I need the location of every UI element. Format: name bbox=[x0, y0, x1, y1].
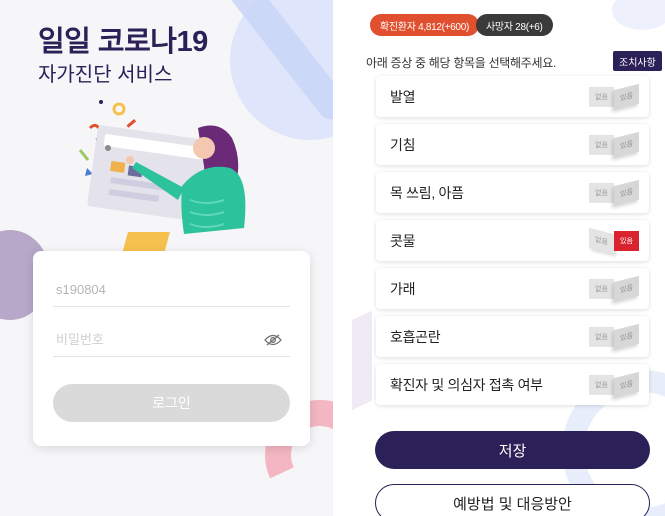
decor-blob bbox=[612, 0, 665, 30]
prevention-info-button[interactable]: 예방법 및 대응방안 bbox=[375, 484, 650, 516]
toggle-yes-option[interactable]: 있음 bbox=[614, 179, 639, 207]
app-subtitle: 자가진단 서비스 bbox=[38, 64, 173, 86]
symptom-label: 목 쓰림, 아픔 bbox=[390, 184, 464, 201]
symptom-row: 발열 없음 있음 bbox=[376, 76, 649, 117]
toggle-yes-option[interactable]: 있음 bbox=[614, 275, 639, 303]
action-guide-button[interactable]: 조치사항 bbox=[613, 51, 662, 71]
login-screen: 일일 코로나19 자가진단 서비스 s190804 로그인 bbox=[0, 0, 333, 516]
toggle-no-option[interactable]: 없음 bbox=[589, 135, 614, 155]
id-input[interactable] bbox=[53, 282, 253, 297]
toggle-no-option[interactable]: 없음 bbox=[589, 327, 614, 347]
symptom-toggle[interactable]: 없음 있음 bbox=[589, 179, 639, 207]
eye-slash-icon[interactable] bbox=[264, 333, 282, 347]
symptom-label: 가래 bbox=[390, 280, 416, 297]
toggle-yes-option[interactable]: 있음 bbox=[614, 83, 639, 111]
toggle-yes-option[interactable]: 있음 bbox=[614, 231, 639, 251]
symptom-toggle[interactable]: 없음 있음 bbox=[589, 227, 639, 255]
symptom-toggle[interactable]: 없음 있음 bbox=[589, 371, 639, 399]
toggle-no-option[interactable]: 없음 bbox=[589, 375, 614, 395]
symptom-row: 확진자 및 의심자 접촉 여부 없음 있음 bbox=[376, 364, 649, 405]
symptom-row: 콧물 없음 있음 bbox=[376, 220, 649, 261]
symptom-label: 확진자 및 의심자 접촉 여부 bbox=[390, 376, 543, 393]
login-button[interactable]: 로그인 bbox=[53, 384, 290, 422]
symptom-toggle[interactable]: 없음 있음 bbox=[589, 83, 639, 111]
toggle-no-option[interactable]: 없음 bbox=[589, 279, 614, 299]
symptom-toggle[interactable]: 없음 있음 bbox=[589, 275, 639, 303]
symptom-row: 가래 없음 있음 bbox=[376, 268, 649, 309]
toggle-no-option[interactable]: 없음 bbox=[589, 183, 614, 203]
woman-with-browser-illustration bbox=[78, 100, 246, 234]
password-input[interactable] bbox=[53, 332, 253, 347]
toggle-yes-option[interactable]: 있음 bbox=[614, 323, 639, 351]
decor-shape bbox=[352, 310, 372, 420]
password-field bbox=[53, 323, 290, 357]
symptom-row: 기침 없음 있음 bbox=[376, 124, 649, 165]
symptom-toggle[interactable]: 없음 있음 bbox=[589, 131, 639, 159]
symptom-row: 목 쓰림, 아픔 없음 있음 bbox=[376, 172, 649, 213]
confirmed-cases-badge: 확진환자 4,812(+600) bbox=[370, 14, 479, 36]
login-form: 로그인 bbox=[33, 251, 310, 446]
symptom-row: 호흡곤란 없음 있음 bbox=[376, 316, 649, 357]
symptom-screen: 확진환자 4,812(+600) 사망자 28(+6) 아래 증상 중 해당 항… bbox=[352, 0, 665, 516]
symptom-label: 기침 bbox=[390, 136, 416, 153]
instruction-text: 아래 증상 중 해당 항목을 선택해주세요. bbox=[366, 56, 557, 70]
id-field bbox=[53, 273, 290, 307]
toggle-no-option[interactable]: 없음 bbox=[589, 227, 614, 255]
symptom-toggle[interactable]: 없음 있음 bbox=[589, 323, 639, 351]
symptom-label: 발열 bbox=[390, 88, 416, 105]
toggle-yes-option[interactable]: 있음 bbox=[614, 371, 639, 399]
toggle-yes-option[interactable]: 있음 bbox=[614, 131, 639, 159]
symptom-label: 콧물 bbox=[390, 232, 416, 249]
save-button[interactable]: 저장 bbox=[375, 431, 650, 469]
death-count-badge: 사망자 28(+6) bbox=[476, 14, 553, 36]
toggle-no-option[interactable]: 없음 bbox=[589, 87, 614, 107]
app-title: 일일 코로나19 bbox=[38, 26, 208, 58]
symptom-label: 호흡곤란 bbox=[390, 328, 441, 345]
